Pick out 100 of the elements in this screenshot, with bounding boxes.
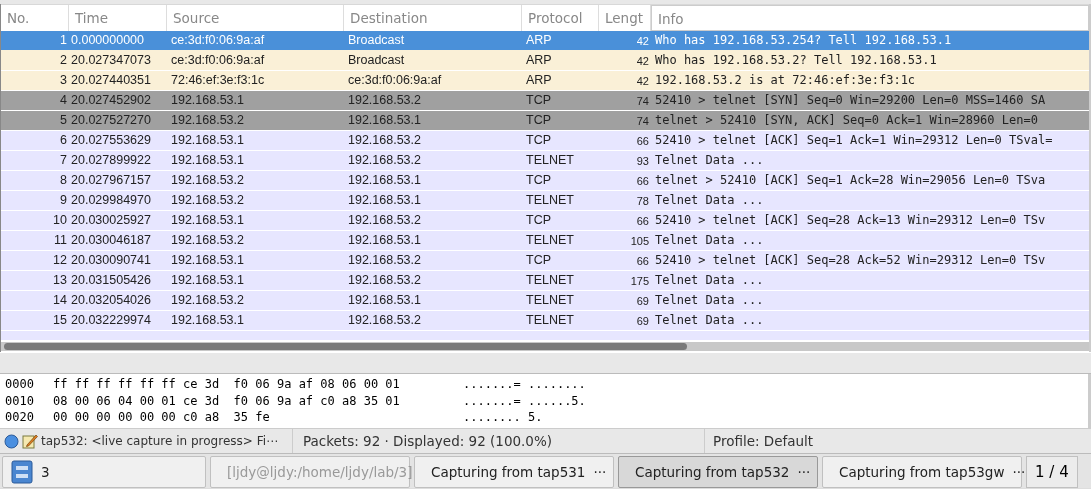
taskbar-button[interactable]: Capturing from tap532 ···	[618, 456, 818, 488]
number-cell: 3	[60, 73, 67, 87]
source-cell: 192.168.53.1	[171, 93, 244, 107]
info-cell: 52410 > telnet [SYN] Seq=0 Win=29200 Len=0 MSS=1460 SA	[655, 93, 1046, 107]
destination-cell: 192.168.53.2	[348, 273, 421, 287]
destination-cell: 192.168.53.1	[348, 173, 421, 187]
packet-row[interactable]: 6 20.027553629 192.168.53.1 192.168.53.2 TCP 66 52410 > telnet [ACK] Seq=1 Ack=1 Win=29312 Len=0 TSval=	[1, 131, 1089, 151]
destination-cell: Broadcast	[348, 33, 405, 47]
source-cell: 192.168.53.2	[171, 173, 244, 187]
length-cell: 66	[636, 255, 649, 267]
scrollbar-thumb[interactable]	[4, 343, 687, 350]
profile-text[interactable]: Profile: Default	[713, 433, 814, 449]
length-cell: 78	[636, 195, 649, 207]
source-cell: 192.168.53.2	[171, 113, 244, 127]
packet-row[interactable]: 5 20.027527270 192.168.53.2 192.168.53.1 TCP 74 telnet > 52410 [SYN, ACK] Seq=0 Ack=1 Win=28960 Len=0	[1, 111, 1089, 131]
source-cell: 192.168.53.2	[171, 193, 244, 207]
notepad-pencil-icon[interactable]	[22, 433, 38, 449]
packets-count-text: Packets: 92 · Displayed: 92 (100.0%)	[303, 433, 553, 449]
source-cell: 192.168.53.1	[171, 273, 244, 287]
destination-cell: Broadcast	[348, 53, 405, 67]
protocol-cell: TCP	[526, 173, 551, 187]
info-cell: Who has 192.168.53.2? Tell 192.168.53.1	[655, 53, 937, 67]
taskbar-button[interactable]: Capturing from tap531 ···	[414, 456, 614, 488]
info-cell: Telnet Data ...	[655, 313, 764, 327]
time-cell: 20.027440351	[71, 73, 151, 87]
protocol-cell: TELNET	[526, 153, 574, 167]
packet-row[interactable]: 4 20.027452902 192.168.53.1 192.168.53.2 TCP 74 52410 > telnet [SYN] Seq=0 Win=29200 Len=0 MSS=1460 SA	[1, 91, 1089, 111]
destination-cell: 192.168.53.1	[348, 293, 421, 307]
source-cell: 192.168.53.1	[171, 253, 244, 267]
taskbar-button[interactable]: 3	[2, 456, 206, 488]
source-cell: 192.168.53.1	[171, 313, 244, 327]
protocol-cell: TCP	[526, 213, 551, 227]
status-circle-icon[interactable]	[4, 433, 19, 449]
source-cell: 192.168.53.2	[171, 293, 244, 307]
time-cell: 20.031505426	[71, 273, 151, 287]
ascii-text: ........ 5.	[463, 409, 543, 426]
time-cell: 20.027899922	[71, 153, 151, 167]
packet-row[interactable]: 7 20.027899922 192.168.53.1 192.168.53.2 TELNET 93 Telnet Data ...	[1, 151, 1089, 171]
protocol-cell: TCP	[526, 93, 551, 107]
protocol-cell: ARP	[526, 73, 552, 87]
workspace-pager[interactable]: 1 / 4	[1026, 456, 1078, 488]
time-cell: 20.030090741	[71, 253, 151, 267]
hex-bytes: ff ff ff ff ff ff ce 3d f0 06 9a af 08 06 00 01	[53, 376, 401, 393]
time-cell: 0.000000000	[71, 33, 144, 47]
info-cell: telnet > 52410 [SYN, ACK] Seq=0 Ack=1 Win=28960 Len=0	[655, 113, 1038, 127]
length-cell: 69	[636, 295, 649, 307]
length-cell: 42	[636, 75, 649, 87]
time-cell: 20.032054026	[71, 293, 151, 307]
protocol-cell: TELNET	[526, 293, 574, 307]
protocol-cell: ARP	[526, 53, 552, 67]
time-cell: 20.027527270	[71, 113, 151, 127]
protocol-cell: TELNET	[526, 313, 574, 327]
destination-cell: 192.168.53.2	[348, 213, 421, 227]
packet-row[interactable]: 11 20.030046187 192.168.53.2 192.168.53.1 TELNET 105 Telnet Data ...	[1, 231, 1089, 251]
taskbar-button[interactable]: Capturing from tap53gw ···	[822, 456, 1022, 488]
source-cell: ce:3d:f0:06:9a:af	[171, 53, 265, 67]
time-cell: 20.027347073	[71, 53, 151, 67]
info-cell: Telnet Data ...	[655, 193, 764, 207]
packet-row[interactable]: 10 20.030025927 192.168.53.1 192.168.53.2 TCP 66 52410 > telnet [ACK] Seq=28 Ack=13 Win=29312 Len=0 TSv	[1, 211, 1089, 231]
time-cell: 20.029984970	[71, 193, 151, 207]
number-cell: 9	[60, 193, 67, 207]
packet-row[interactable]: 12 20.030090741 192.168.53.1 192.168.53.2 TCP 66 52410 > telnet [ACK] Seq=28 Ack=52 Win=29312 Len=0 TSv	[1, 251, 1089, 271]
info-cell: Who has 192.168.53.254? Tell 192.168.53.1	[655, 33, 952, 47]
destination-cell: 192.168.53.2	[348, 133, 421, 147]
length-cell: 42	[636, 55, 649, 67]
source-cell: 192.168.53.1	[171, 133, 244, 147]
number-cell: 14	[53, 293, 67, 307]
packet-row[interactable]: 3 20.027440351 72:46:ef:3e:f3:1c ce:3d:f0:06:9a:af ARP 42 192.168.53.2 is at 72:46:ef:3e:f3:1c	[1, 71, 1089, 91]
info-cell: telnet > 52410 [ACK] Seq=1 Ack=28 Win=29056 Len=0 TSva	[655, 173, 1046, 187]
length-cell: 69	[636, 315, 649, 327]
hex-offset: 0020	[5, 409, 35, 426]
destination-cell: 192.168.53.1	[348, 233, 421, 247]
packet-row[interactable]: 2 20.027347073 ce:3d:f0:06:9a:af Broadcast ARP 42 Who has 192.168.53.2? Tell 192.168.53.1	[1, 51, 1089, 71]
destination-cell: 192.168.53.2	[348, 313, 421, 327]
source-cell: 192.168.53.1	[171, 213, 244, 227]
info-cell: Telnet Data ...	[655, 233, 764, 247]
length-cell: 66	[636, 175, 649, 187]
info-cell: Telnet Data ...	[655, 273, 764, 287]
hex-offset: 0000	[5, 376, 35, 393]
time-cell: 20.027452902	[71, 93, 151, 107]
length-cell: 66	[636, 215, 649, 227]
time-cell: 20.030025927	[71, 213, 151, 227]
hex-offset: 0010	[5, 392, 35, 409]
packet-row[interactable]: 14 20.032054026 192.168.53.2 192.168.53.1 TELNET 69 Telnet Data ...	[1, 291, 1089, 311]
source-cell: ce:3d:f0:06:9a:af	[171, 33, 265, 47]
protocol-cell: TCP	[526, 133, 551, 147]
info-cell: Telnet Data ...	[655, 153, 764, 167]
info-cell: 52410 > telnet [ACK] Seq=1 Ack=1 Win=29312 Len=0 TSval=	[655, 133, 1053, 147]
column-header[interactable]: Info	[651, 5, 1089, 31]
info-cell: Telnet Data ...	[655, 293, 764, 307]
packet-row[interactable]: 15 20.032229974 192.168.53.1 192.168.53.2 TELNET 69 Telnet Data ...	[1, 311, 1089, 331]
capture-status-text: tap532: <live capture in progress> Fi⋯	[41, 434, 278, 448]
packet-row[interactable]: 13 20.031505426 192.168.53.1 192.168.53.2 TELNET 175 Telnet Data ...	[1, 271, 1089, 291]
ascii-text: .......= ......5.	[463, 392, 586, 409]
file-cabinet-icon	[11, 460, 33, 484]
number-cell: 8	[60, 173, 67, 187]
protocol-cell: TELNET	[526, 193, 574, 207]
number-cell: 7	[60, 153, 67, 167]
packet-row[interactable]: 8 20.027967157 192.168.53.2 192.168.53.1 TCP 66 telnet > 52410 [ACK] Seq=1 Ack=28 Win=29056 Len=0 TSva	[1, 171, 1089, 191]
packet-row[interactable]: 9 20.029984970 192.168.53.2 192.168.53.1 TELNET 78 Telnet Data ...	[1, 191, 1089, 211]
